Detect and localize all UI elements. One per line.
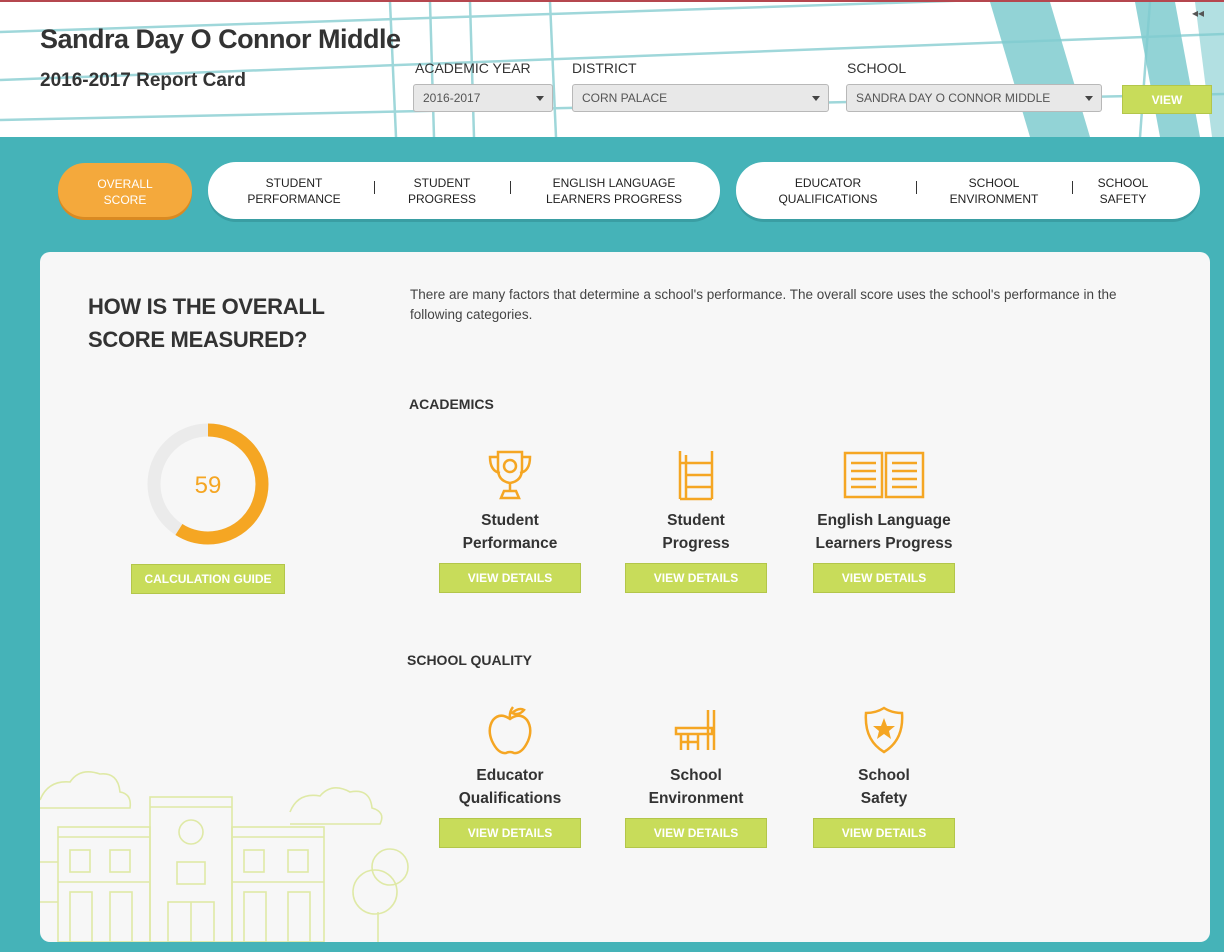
school-select[interactable]: SANDRA DAY O CONNOR MIDDLE (846, 84, 1102, 112)
tab-educator-qualifications[interactable]: EDUCATOR QUALIFICATIONS (758, 175, 898, 207)
view-details-button[interactable]: VIEW DETAILS (813, 563, 955, 593)
tab-student-progress[interactable]: STUDENT PROGRESS (386, 175, 498, 207)
page-header: Sandra Day O Connor Middle 2016-2017 Rep… (0, 0, 1224, 137)
category-label: Student (481, 512, 539, 529)
tab-label: PROGRESS (407, 192, 476, 206)
tab-label: EDUCATOR (794, 176, 862, 190)
school-quality-tab-group: EDUCATOR QUALIFICATIONS SCHOOL ENVIRONME… (736, 162, 1200, 219)
report-title: 2016-2017 Report Card (40, 70, 246, 91)
school-value: SANDRA DAY O CONNOR MIDDLE (856, 91, 1051, 105)
category-label: Performance (462, 535, 558, 552)
category-label: Safety (860, 790, 908, 807)
category-label: Progress (662, 535, 730, 552)
category-label: Learners Progress (815, 535, 953, 552)
category-school-environment: School Environment VIEW DETAILS (601, 700, 791, 848)
view-details-button[interactable]: VIEW DETAILS (625, 818, 767, 848)
tab-school-environment[interactable]: SCHOOL ENVIRONMENT (934, 175, 1054, 207)
chevron-down-icon (1085, 96, 1093, 101)
chevron-down-icon (536, 96, 544, 101)
view-details-button[interactable]: VIEW DETAILS (813, 818, 955, 848)
category-student-progress: Student Progress VIEW DETAILS (601, 445, 791, 593)
category-label: Educator (476, 767, 544, 784)
apple-icon (488, 706, 532, 755)
tab-student-performance[interactable]: STUDENT PERFORMANCE (228, 175, 360, 207)
school-name: Sandra Day O Connor Middle (40, 24, 401, 54)
tab-label: QUALIFICATIONS (778, 192, 878, 206)
ladder-icon (678, 451, 714, 501)
collapse-icon[interactable]: ◂◂ (1192, 6, 1204, 20)
tab-label: PERFORMANCE (247, 192, 341, 206)
tab-label: SCHOOL (1097, 176, 1149, 190)
tab-school-safety[interactable]: SCHOOL SAFETY (1084, 175, 1162, 207)
category-educator-qualifications: Educator Qualifications VIEW DETAILS (415, 700, 605, 848)
how-measured-title: HOW IS THE OVERALL SCORE MEASURED? (88, 294, 325, 352)
tab-label: SAFETY (1099, 192, 1147, 206)
tab-label: SCHOOL (968, 176, 1020, 190)
tab-label: OVERALL (97, 177, 153, 191)
district-value: CORN PALACE (582, 91, 668, 105)
desk-icon (674, 710, 716, 750)
open-book-icon (843, 451, 925, 499)
category-label: Student (667, 512, 725, 529)
academics-heading: ACADEMICS (409, 396, 494, 412)
category-label: School (858, 767, 910, 784)
category-student-performance: Student Performance VIEW DETAILS (415, 445, 605, 593)
academic-year-label: ACADEMIC YEAR (415, 60, 531, 76)
tab-label: ENVIRONMENT (949, 192, 1039, 206)
intro-text: There are many factors that determine a … (410, 287, 1117, 322)
overall-score-value: 59 (195, 472, 222, 499)
category-label: Environment (648, 790, 744, 807)
shield-star-icon (864, 706, 904, 754)
tab-label: STUDENT (265, 176, 323, 190)
chevron-down-icon (812, 96, 820, 101)
school-quality-heading: SCHOOL QUALITY (407, 652, 532, 668)
district-select[interactable]: CORN PALACE (572, 84, 829, 112)
tab-divider (374, 181, 375, 194)
district-label: DISTRICT (572, 60, 637, 76)
tab-label: ENGLISH LANGUAGE (552, 176, 676, 190)
view-details-button[interactable]: VIEW DETAILS (439, 563, 581, 593)
overall-score-card: HOW IS THE OVERALL SCORE MEASURED? There… (40, 252, 1210, 942)
category-school-safety: School Safety VIEW DETAILS (789, 700, 979, 848)
category-ell-progress: English Language Learners Progress VIEW … (789, 445, 979, 593)
trophy-icon (488, 450, 532, 500)
academic-year-value: 2016-2017 (423, 91, 481, 105)
overall-score-gauge: 59 (147, 423, 269, 545)
tab-divider (1072, 181, 1073, 194)
tab-divider (510, 181, 511, 194)
view-button[interactable]: VIEW (1122, 85, 1212, 114)
academics-tab-group: STUDENT PERFORMANCE STUDENT PROGRESS ENG… (208, 162, 720, 219)
category-label: English Language (817, 512, 951, 529)
view-details-button[interactable]: VIEW DETAILS (439, 818, 581, 848)
tab-overall-score[interactable]: OVERALL SCORE (58, 163, 192, 217)
category-label: School (670, 767, 722, 784)
tab-label: STUDENT (413, 176, 471, 190)
tab-ell-progress[interactable]: ENGLISH LANGUAGE LEARNERS PROGRESS (526, 175, 702, 207)
school-label: SCHOOL (847, 60, 907, 76)
calculation-guide-button[interactable]: CALCULATION GUIDE (131, 564, 285, 594)
tab-divider (916, 181, 917, 194)
academic-year-select[interactable]: 2016-2017 (413, 84, 553, 112)
tab-label: SCORE (103, 193, 147, 207)
view-details-button[interactable]: VIEW DETAILS (625, 563, 767, 593)
tab-label: LEARNERS PROGRESS (545, 192, 683, 206)
category-label: Qualifications (458, 790, 562, 807)
